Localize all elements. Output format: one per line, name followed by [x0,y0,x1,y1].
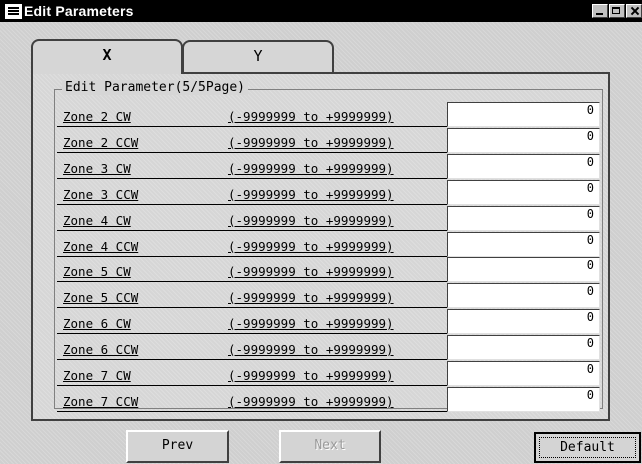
row-underline [57,126,450,127]
row-underline [57,411,450,412]
parameter-range: (-9999999 to +9999999) [228,342,394,357]
parameter-row: Zone 4 CW (-9999999 to +9999999) [55,206,601,232]
row-underline [57,333,450,334]
window-title: Edit Parameters [24,3,134,19]
row-underline [57,230,450,231]
parameter-value-field[interactable] [447,232,600,257]
parameter-row: Zone 3 CW (-9999999 to +9999999) [55,154,601,180]
row-underline [57,307,450,308]
row-underline [57,178,450,179]
title-bar[interactable]: Edit Parameters [0,0,642,22]
tab-x[interactable]: X [31,39,183,74]
parameter-value-field[interactable] [447,361,600,386]
parameter-value-field[interactable] [447,283,600,308]
parameter-range: (-9999999 to +9999999) [228,316,394,331]
parameter-name: Zone 3 CCW [63,187,139,202]
parameter-value-field[interactable] [447,128,600,153]
minimize-icon[interactable] [592,4,608,18]
parameter-name: Zone 7 CCW [63,394,139,409]
parameter-value-field[interactable] [447,206,600,231]
parameter-row: Zone 4 CCW (-9999999 to +9999999) [55,232,601,258]
parameter-row: Zone 7 CW (-9999999 to +9999999) [55,361,601,387]
parameter-name: Zone 3 CW [63,161,131,176]
default-button[interactable]: Default [534,432,641,463]
parameter-range: (-9999999 to +9999999) [228,109,394,124]
parameter-row: Zone 2 CW (-9999999 to +9999999) [55,102,601,128]
parameter-value-field[interactable] [447,387,600,412]
next-button[interactable]: Next [279,430,381,463]
parameter-value-field[interactable] [447,102,600,127]
parameter-range: (-9999999 to +9999999) [228,239,394,254]
parameter-value-field[interactable] [447,335,600,360]
parameter-name: Zone 2 CW [63,109,131,124]
row-underline [57,281,450,282]
parameter-value-field[interactable] [447,309,600,334]
parameter-range: (-9999999 to +9999999) [228,213,394,228]
parameter-row: Zone 5 CW (-9999999 to +9999999) [55,257,601,283]
maximize-icon[interactable] [609,4,625,18]
parameter-name: Zone 7 CW [63,368,131,383]
parameter-range: (-9999999 to +9999999) [228,394,394,409]
parameter-name: Zone 4 CCW [63,239,139,254]
prev-button[interactable]: Prev [126,430,229,463]
parameter-range: (-9999999 to +9999999) [228,290,394,305]
parameter-row: Zone 2 CCW (-9999999 to +9999999) [55,128,601,154]
parameter-name: Zone 5 CW [63,264,131,279]
parameter-value-field[interactable] [447,154,600,179]
row-underline [57,385,450,386]
parameter-value-field[interactable] [447,180,600,205]
group-legend: Edit Parameter(5/5Page) [62,80,249,95]
parameter-name: Zone 6 CCW [63,342,139,357]
parameter-row: Zone 3 CCW (-9999999 to +9999999) [55,180,601,206]
parameter-row: Zone 7 CCW (-9999999 to +9999999) [55,387,601,413]
parameter-name: Zone 4 CW [63,213,131,228]
row-underline [57,359,450,360]
parameter-range: (-9999999 to +9999999) [228,161,394,176]
parameter-name: Zone 5 CCW [63,290,139,305]
close-icon[interactable] [626,4,642,18]
parameter-range: (-9999999 to +9999999) [228,264,394,279]
parameter-range: (-9999999 to +9999999) [228,368,394,383]
parameter-row: Zone 6 CW (-9999999 to +9999999) [55,309,601,335]
parameter-name: Zone 2 CCW [63,135,139,150]
parameter-row: Zone 6 CCW (-9999999 to +9999999) [55,335,601,361]
parameter-row: Zone 5 CCW (-9999999 to +9999999) [55,283,601,309]
parameter-range: (-9999999 to +9999999) [228,135,394,150]
row-underline [57,152,450,153]
parameter-name: Zone 6 CW [63,316,131,331]
default-button-label: Default [560,440,615,455]
window-menu-icon[interactable] [5,4,22,19]
parameter-value-field[interactable] [447,257,600,282]
edit-parameters-window: Edit Parameters Y X Edit Parameter(5/5Pa… [0,0,642,464]
parameter-range: (-9999999 to +9999999) [228,187,394,202]
tab-y[interactable]: Y [182,40,334,73]
row-underline [57,204,450,205]
